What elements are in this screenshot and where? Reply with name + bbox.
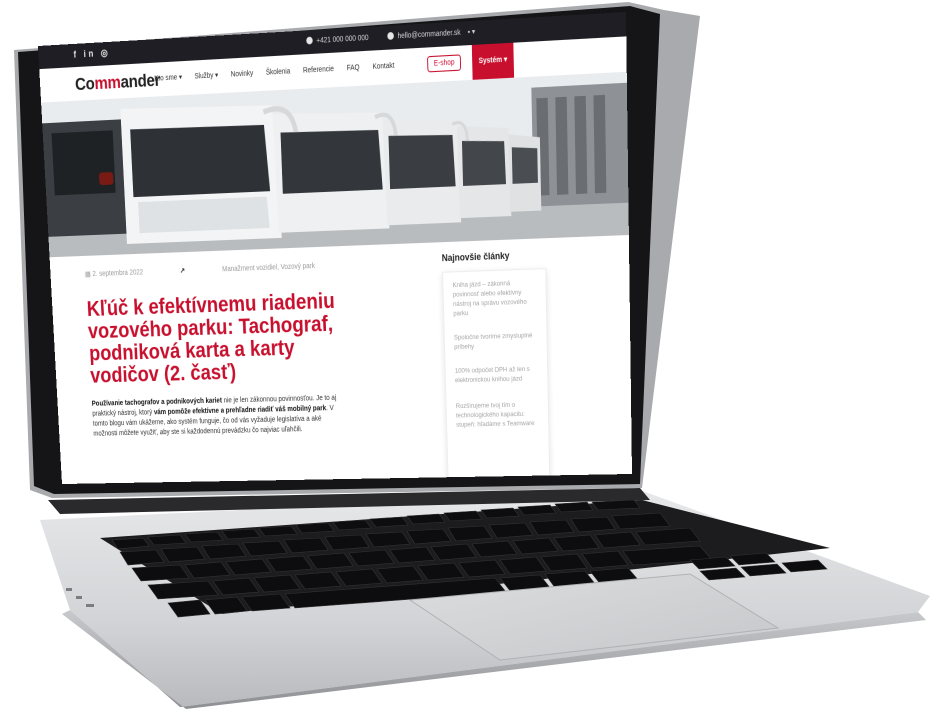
eshop-button[interactable]: E-shop (427, 54, 462, 73)
email-contact[interactable]: hello@commander.sk (387, 28, 461, 41)
phone-contact[interactable]: +421 000 000 000 (306, 33, 369, 46)
email-address: hello@commander.sk (397, 29, 461, 41)
lead-bold-2: vám pomôže efektívne a prehľadne riadiť … (153, 405, 327, 417)
latest-articles-panel: Kniha jázd – zákonná povinnosť alebo efe… (442, 268, 551, 482)
commander-logo[interactable]: Commander (75, 70, 161, 96)
article-section: ▦ 2. septembra 2022 ↗ Manažment vozidiel… (49, 235, 632, 485)
article-title: Kľúč k efektívnemu riadeniu vozového par… (86, 289, 336, 388)
sidebar-article-4[interactable]: Rozšírujeme tvoj tím o technologického k… (456, 400, 539, 430)
article-date: 2. septembra 2022 (92, 269, 144, 279)
nav-menu: Kto sme ▾ Služby ▾ Novinky Školenia Refe… (154, 61, 406, 83)
buses-photo (41, 71, 629, 258)
nav-item-sluzby[interactable]: Služby ▾ (194, 72, 218, 81)
article-meta: ▦ 2. septembra 2022 ↗ Manažment vozidiel… (85, 262, 315, 279)
nav-item-novinky[interactable]: Novinky (231, 70, 254, 79)
lead-bold-1: Používanie tachografov a podnikových kar… (91, 397, 223, 408)
social-icons[interactable]: f in ◎ (73, 47, 110, 61)
mail-icon (387, 31, 394, 40)
meta-separator: ↗ (179, 267, 186, 275)
sidebar-article-3[interactable]: 100% odpočet DPH až len s elektronickou … (455, 364, 538, 385)
nav-item-faq[interactable]: FAQ (347, 64, 360, 72)
hero-bus-image (41, 71, 629, 258)
system-button[interactable]: Systém ▾ (471, 42, 515, 80)
language-flag-icon[interactable]: ▪ ▾ (468, 27, 476, 36)
sidebar-article-2[interactable]: Spoločne tvoríme zmysluplné príbehy (454, 331, 538, 352)
nav-item-kontakt[interactable]: Kontakt (372, 62, 394, 71)
website-screen: f in ◎ +421 000 000 000 hello@commander.… (38, 11, 632, 485)
article-lead: Používanie tachografov a podnikových kar… (92, 393, 348, 439)
calendar-icon: ▦ (84, 271, 91, 279)
sidebar-title: Najnovšie články (441, 250, 510, 264)
phone-icon (306, 36, 313, 45)
nav-item-skolenia[interactable]: Školenia (266, 68, 291, 77)
nav-item-kto-sme[interactable]: Kto sme ▾ (154, 74, 182, 83)
nav-item-referencie[interactable]: Referencie (303, 66, 334, 75)
article-category[interactable]: Manažment vozidiel, Vozový park (222, 263, 315, 274)
phone-number: +421 000 000 000 (316, 34, 369, 46)
sidebar-article-1[interactable]: Kniha jázd – zákonná povinnosť alebo efe… (453, 278, 537, 319)
